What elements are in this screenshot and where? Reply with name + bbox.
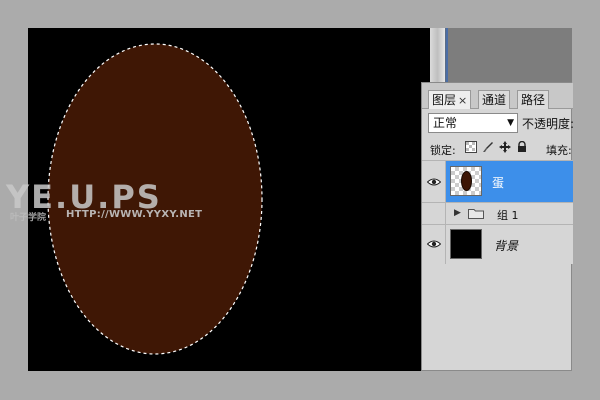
chevron-down-icon: ▼ [507,118,514,128]
lock-transparency-icon[interactable] [465,141,477,153]
watermark-url: HTTP://WWW.YYXY.NET [66,209,203,220]
tab-paths-label: 路径 [521,93,546,107]
eye-icon [427,178,441,186]
visibility-toggle[interactable] [422,225,446,264]
layer-name: 蛋 [492,176,505,190]
layer-background[interactable]: 背景 [422,224,573,264]
scrollbar-edge [446,28,448,88]
tab-layers-label: 图层 [432,93,457,107]
watermark-subtitle: 叶子学院 [10,213,47,223]
blend-mode-select[interactable]: 正常 ▼ [428,113,518,133]
brush-icon[interactable] [482,141,494,153]
eye-icon [427,240,441,248]
layer-thumbnail [450,229,482,259]
visibility-toggle[interactable] [422,203,446,224]
move-icon[interactable] [499,141,511,153]
blend-mode-value: 正常 [433,116,458,130]
layer-thumbnail [450,166,482,196]
visibility-toggle[interactable] [422,161,446,202]
layer-name: 背景 [494,239,519,253]
tab-channels-label: 通道 [482,93,507,107]
layers-panel: 图层 × 通道 路径 正常 ▼ 不透明度: 锁定: 填充: 蛋 ▶ 组 1 背景 [421,82,575,371]
close-icon[interactable]: × [458,94,467,107]
opacity-label: 不透明度: [522,117,575,131]
expand-arrow-icon[interactable]: ▶ [454,208,461,218]
layer-egg[interactable]: 蛋 [422,160,573,202]
layer-name: 组 1 [497,209,519,222]
vertical-scrollbar[interactable] [430,28,446,88]
egg-thumbnail-shape [461,171,472,191]
tab-paths[interactable]: 路径 [517,90,550,109]
fill-label: 填充: [546,144,572,157]
panel-tabs: 图层 × 通道 路径 [422,83,573,109]
lock-label: 锁定: [430,144,456,157]
tab-layers[interactable]: 图层 × [428,90,472,109]
lock-icon[interactable] [516,140,528,153]
layer-group-1[interactable]: ▶ 组 1 [422,202,573,224]
folder-icon [468,209,484,219]
tab-channels[interactable]: 通道 [478,90,511,109]
